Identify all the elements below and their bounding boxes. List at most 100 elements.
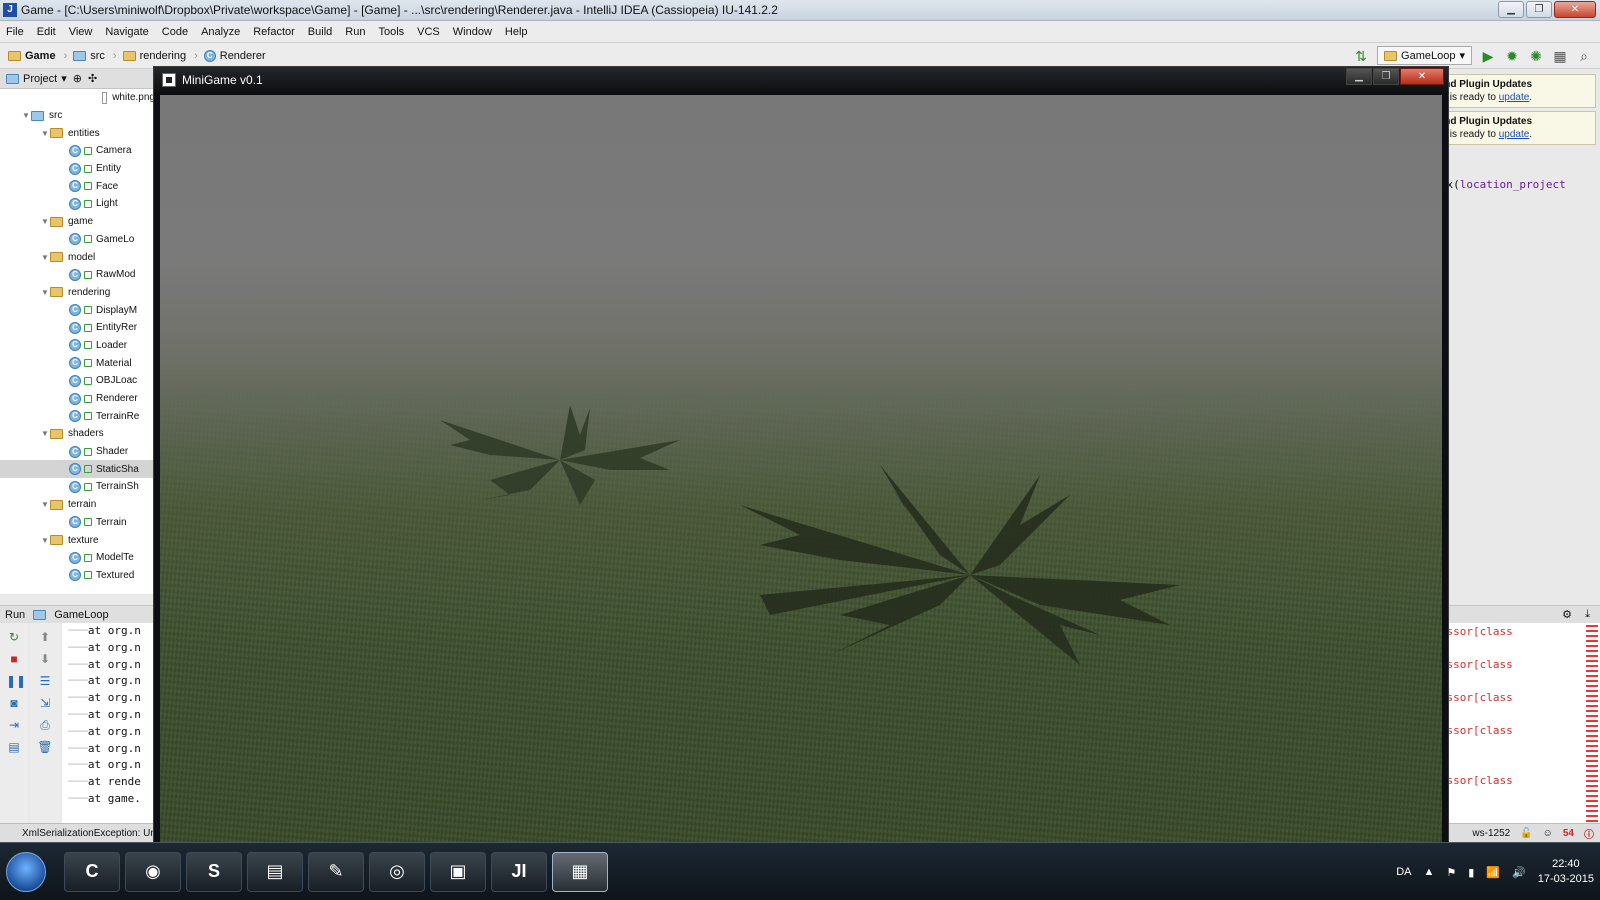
- menu-view[interactable]: View: [69, 26, 93, 38]
- tree-item-model[interactable]: ▼ model: [0, 248, 155, 266]
- search-icon[interactable]: ⌕: [1576, 48, 1592, 64]
- tree-item-material[interactable]: C Material: [0, 354, 155, 372]
- tree-item-light[interactable]: C Light: [0, 195, 155, 213]
- tree-item-rendering[interactable]: ▼ rendering: [0, 284, 155, 302]
- expand-arrow-icon[interactable]: ▼: [40, 253, 50, 262]
- flag-icon[interactable]: ⚑: [1446, 866, 1456, 879]
- menu-analyze[interactable]: Analyze: [201, 26, 240, 38]
- project-view-selector[interactable]: Project ▾: [6, 72, 67, 85]
- print-icon[interactable]: ⎙: [37, 717, 53, 733]
- menu-run[interactable]: Run: [345, 26, 365, 38]
- gear-icon[interactable]: ⚙: [1562, 608, 1572, 621]
- breadcrumb-game[interactable]: Game ›: [8, 50, 73, 62]
- tree-item-shader[interactable]: C Shader: [0, 443, 155, 461]
- update-link[interactable]: update: [1499, 92, 1530, 103]
- run-tab-label[interactable]: GameLoop: [54, 609, 108, 621]
- battery-icon[interactable]: ▮: [1468, 866, 1474, 879]
- expand-arrow-icon[interactable]: ▼: [40, 288, 50, 297]
- error-stripe[interactable]: [1586, 625, 1598, 825]
- expand-arrow-icon[interactable]: ▼: [21, 111, 31, 120]
- status-message[interactable]: XmlSerializationException: Un: [22, 828, 156, 839]
- show-hidden-icons-icon[interactable]: ▲: [1423, 866, 1434, 878]
- expand-arrow-icon[interactable]: ▼: [40, 536, 50, 545]
- tree-item-displaym[interactable]: C DisplayM: [0, 301, 155, 319]
- tree-item-terrain[interactable]: ▼ terrain: [0, 496, 155, 514]
- error-count-badge[interactable]: 54: [1563, 828, 1574, 839]
- tree-item-objloac[interactable]: C OBJLoac: [0, 372, 155, 390]
- tree-item-game[interactable]: ▼ game: [0, 213, 155, 231]
- coverage-icon[interactable]: ✺: [1528, 48, 1544, 64]
- taskbar-explorer-button[interactable]: ▤: [247, 851, 303, 892]
- breadcrumb-rendering[interactable]: rendering ›: [122, 50, 204, 62]
- expand-arrow-icon[interactable]: ▼: [40, 217, 50, 226]
- hide-panel-icon[interactable]: ⤓: [1585, 608, 1590, 621]
- taskbar-minigame-button[interactable]: ▦: [552, 851, 608, 892]
- taskbar-intellij-button[interactable]: JI: [491, 851, 547, 892]
- game-maximize-button[interactable]: ❐: [1373, 68, 1399, 85]
- menu-edit[interactable]: Edit: [37, 26, 56, 38]
- tree-item-rawmod[interactable]: C RawMod: [0, 266, 155, 284]
- tree-item-entity[interactable]: C Entity: [0, 160, 155, 178]
- project-structure-icon[interactable]: ▦: [1552, 48, 1568, 64]
- taskbar-ccleaner-button[interactable]: C: [64, 851, 120, 892]
- tree-item-terrain[interactable]: C Terrain: [0, 514, 155, 532]
- menu-build[interactable]: Build: [308, 26, 332, 38]
- up-arrow-icon[interactable]: ⬆: [37, 629, 53, 645]
- breadcrumb-src[interactable]: src ›: [73, 50, 122, 62]
- collapse-icon[interactable]: ✣: [88, 72, 97, 85]
- run-icon[interactable]: ▶: [1480, 48, 1496, 64]
- encoding-widget[interactable]: ws-1252: [1472, 828, 1510, 839]
- scroll-end-icon[interactable]: ⇲: [37, 695, 53, 711]
- tree-item-src[interactable]: ▼ src: [0, 107, 155, 125]
- taskbar-chrome-button[interactable]: ◉: [125, 851, 181, 892]
- rerun-icon[interactable]: ↻: [6, 629, 22, 645]
- tree-item-entityrer[interactable]: C EntityRer: [0, 319, 155, 337]
- tree-item-modelte[interactable]: C ModelTe: [0, 549, 155, 567]
- tree-item-terrainre[interactable]: C TerrainRe: [0, 407, 155, 425]
- game-close-button[interactable]: ✕: [1400, 68, 1444, 85]
- game-viewport[interactable]: [160, 95, 1442, 851]
- menu-vcs[interactable]: VCS: [417, 26, 440, 38]
- tree-item-shaders[interactable]: ▼ shaders: [0, 425, 155, 443]
- clock[interactable]: 22:40 17-03-2015: [1538, 857, 1594, 887]
- expand-arrow-icon[interactable]: ▼: [40, 500, 50, 509]
- taskbar-monitor-button[interactable]: ▣: [430, 851, 486, 892]
- tree-item-white-png[interactable]: white.png: [0, 89, 155, 107]
- network-icon[interactable]: 📶: [1486, 866, 1500, 879]
- tree-item-terrainsh[interactable]: C TerrainSh: [0, 478, 155, 496]
- debug-icon[interactable]: ✹: [1504, 48, 1520, 64]
- layout-icon[interactable]: ▤: [6, 739, 22, 755]
- menu-help[interactable]: Help: [505, 26, 528, 38]
- trash-icon[interactable]: 🗑: [37, 739, 53, 755]
- down-arrow-icon[interactable]: ⬇: [37, 651, 53, 667]
- tree-item-loader[interactable]: C Loader: [0, 337, 155, 355]
- pause-icon[interactable]: ❚❚: [6, 673, 26, 689]
- menu-code[interactable]: Code: [162, 26, 188, 38]
- minimize-button[interactable]: ▁: [1498, 1, 1524, 18]
- tree-item-renderer[interactable]: C Renderer: [0, 390, 155, 408]
- inspector-icon[interactable]: ☺: [1543, 828, 1553, 839]
- sort-icon[interactable]: ⇅: [1353, 48, 1369, 64]
- menu-navigate[interactable]: Navigate: [105, 26, 148, 38]
- camera-icon[interactable]: ◙: [6, 695, 22, 711]
- menu-refactor[interactable]: Refactor: [253, 26, 295, 38]
- language-indicator[interactable]: DA: [1396, 866, 1411, 878]
- expand-arrow-icon[interactable]: ▼: [40, 429, 50, 438]
- tree-item-textured[interactable]: C Textured: [0, 567, 155, 585]
- menu-tools[interactable]: Tools: [378, 26, 404, 38]
- soft-wrap-icon[interactable]: ☰: [37, 673, 53, 689]
- game-minimize-button[interactable]: ▁: [1346, 68, 1372, 85]
- tree-item-gamelo[interactable]: C GameLo: [0, 231, 155, 249]
- menu-file[interactable]: File: [6, 26, 24, 38]
- tree-item-entities[interactable]: ▼ entities: [0, 124, 155, 142]
- expand-arrow-icon[interactable]: ▼: [40, 129, 50, 138]
- run-config-selector[interactable]: GameLoop ▾: [1377, 46, 1472, 65]
- menu-window[interactable]: Window: [453, 26, 492, 38]
- tree-item-camera[interactable]: C Camera: [0, 142, 155, 160]
- close-button[interactable]: ✕: [1554, 1, 1596, 18]
- taskbar-skype-button[interactable]: S: [186, 851, 242, 892]
- stop-icon[interactable]: ■: [6, 651, 22, 667]
- tree-item-staticsha[interactable]: C StaticSha: [0, 460, 155, 479]
- event-log-icon[interactable]: ⓘ: [1584, 826, 1594, 841]
- start-button[interactable]: [6, 851, 46, 892]
